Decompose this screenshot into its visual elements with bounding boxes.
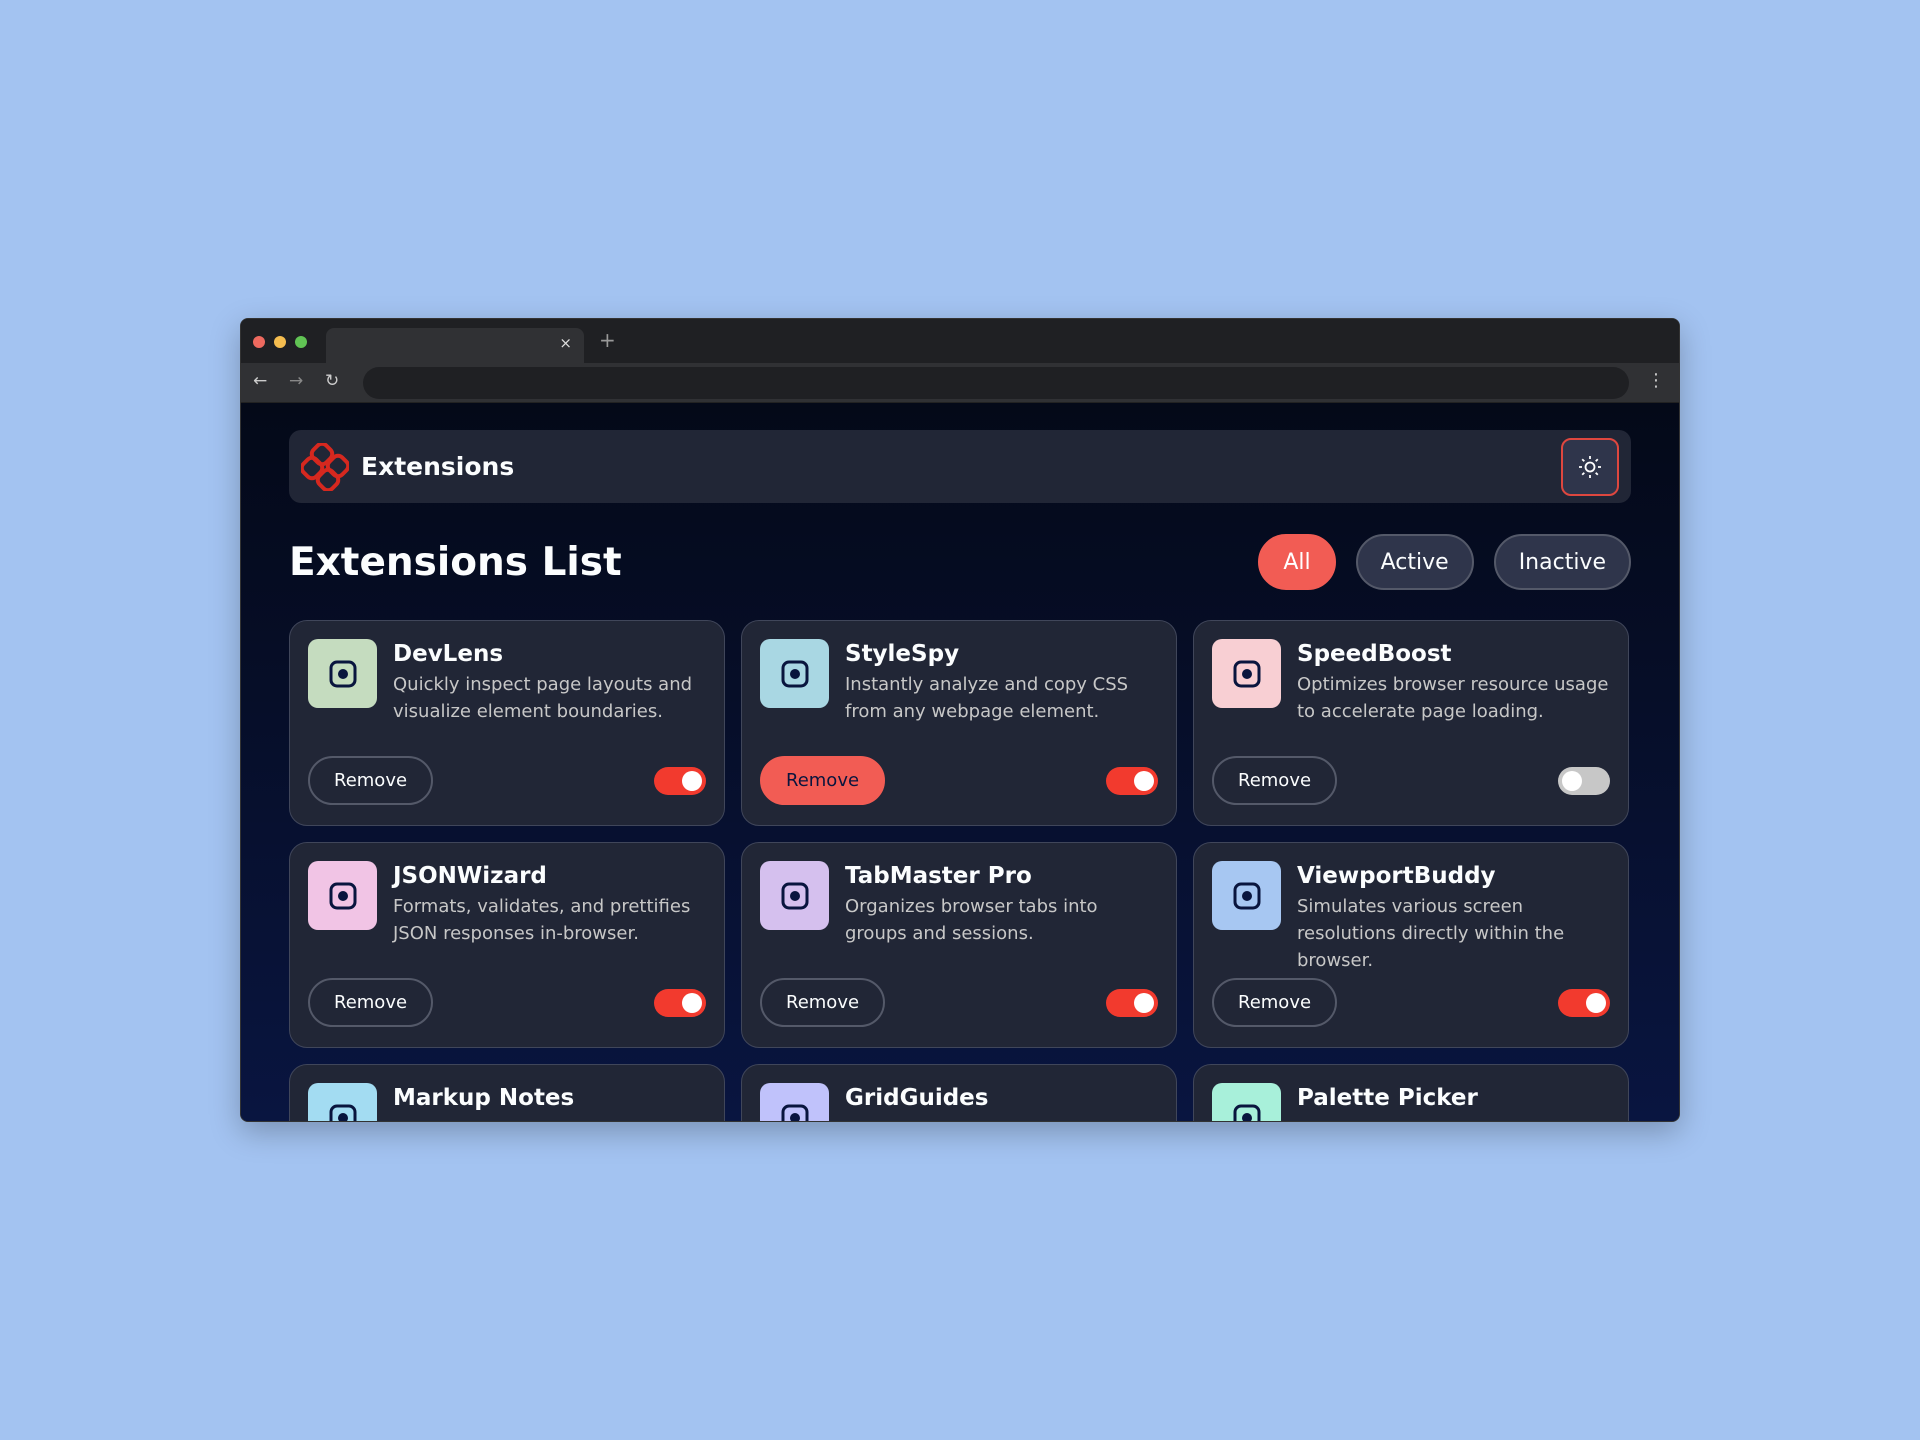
extension-card: SpeedBoost Optimizes browser resource us…: [1193, 620, 1629, 826]
reload-icon[interactable]: ↻: [325, 371, 339, 391]
extension-description: Simulates various screen resolutions dir…: [1297, 896, 1565, 971]
remove-button[interactable]: Remove: [760, 756, 886, 805]
extension-name: ViewportBuddy: [1297, 863, 1496, 889]
jar-icon: [760, 861, 829, 930]
extension-toggle[interactable]: [1558, 766, 1610, 795]
minimize-window-dot[interactable]: [274, 336, 286, 348]
extension-card: Markup Notes Remove: [289, 1064, 725, 1121]
note-icon: [308, 1083, 377, 1121]
extension-description: Instantly analyze and copy CSS from any …: [845, 674, 1129, 722]
extension-card: JSONWizard Formats, validates, and prett…: [289, 842, 725, 1048]
speed-icon: [1212, 639, 1281, 708]
remove-button[interactable]: Remove: [1212, 756, 1338, 805]
filter-inactive[interactable]: Inactive: [1493, 534, 1631, 590]
browser-toolbar: ← → ↻ ⋮: [241, 363, 1679, 403]
back-icon[interactable]: ←: [253, 371, 267, 391]
filter-active[interactable]: Active: [1355, 534, 1474, 590]
theme-toggle-button[interactable]: [1561, 437, 1619, 496]
brackets-icon: [760, 639, 829, 708]
extension-name: TabMaster Pro: [845, 863, 1032, 889]
filter-all[interactable]: All: [1258, 534, 1336, 590]
extension-card: DevLens Quickly inspect page layouts and…: [289, 620, 725, 826]
extension-name: JSONWizard: [393, 863, 547, 889]
remove-button[interactable]: Remove: [760, 978, 886, 1027]
extension-toggle[interactable]: [1106, 988, 1158, 1017]
new-tab-icon[interactable]: +: [599, 328, 616, 352]
extension-description: Formats, validates, and prettifies JSON …: [393, 896, 691, 944]
palette-icon: [1212, 1083, 1281, 1121]
extension-card: ViewportBuddy Simulates various screen r…: [1193, 842, 1629, 1048]
extension-toggle[interactable]: [654, 988, 706, 1017]
extension-toggle[interactable]: [1558, 988, 1610, 1017]
extension-name: DevLens: [393, 641, 504, 667]
extension-name: GridGuides: [845, 1085, 989, 1111]
tab-close-icon[interactable]: ×: [559, 334, 572, 352]
page-content: Extensions Extensions List All Active In…: [241, 403, 1679, 1121]
page-title: Extensions List: [289, 539, 622, 585]
browser-tab[interactable]: ×: [326, 328, 584, 363]
extension-name: Markup Notes: [393, 1085, 575, 1111]
extension-card: StyleSpy Instantly analyze and copy CSS …: [741, 620, 1177, 826]
extension-card: GridGuides Remove: [741, 1064, 1177, 1121]
browser-search-icon: [308, 639, 377, 708]
grid-icon: [760, 1083, 829, 1121]
maximize-window-dot[interactable]: [295, 336, 307, 348]
tab-bar: × +: [241, 319, 1679, 363]
extension-name: SpeedBoost: [1297, 641, 1452, 667]
close-window-dot[interactable]: [253, 336, 265, 348]
filter-group: All Active Inactive: [1258, 534, 1631, 590]
extension-card: TabMaster Pro Organizes browser tabs int…: [741, 842, 1177, 1048]
extensions-grid: DevLens Quickly inspect page layouts and…: [289, 620, 1631, 1121]
extension-toggle[interactable]: [654, 766, 706, 795]
browser-window: × + ← → ↻ ⋮ Extensions Extensions List A…: [240, 318, 1680, 1122]
brand: Extensions: [301, 442, 515, 491]
wand-icon: [308, 861, 377, 930]
logo-icon: [301, 442, 349, 491]
extension-toggle[interactable]: [1106, 766, 1158, 795]
resize-icon: [1212, 861, 1281, 930]
sun-icon: [1579, 455, 1601, 478]
remove-button[interactable]: Remove: [308, 756, 434, 805]
extension-name: Palette Picker: [1297, 1085, 1478, 1111]
browser-menu-icon[interactable]: ⋮: [1647, 370, 1665, 391]
app-title: Extensions: [361, 452, 515, 481]
forward-icon[interactable]: →: [289, 371, 303, 391]
address-bar[interactable]: [363, 367, 1629, 399]
extension-description: Organizes browser tabs into groups and s…: [845, 896, 1098, 944]
extension-card: Palette Picker Remove: [1193, 1064, 1629, 1121]
extension-description: Optimizes browser resource usage to acce…: [1297, 674, 1609, 722]
app-header: Extensions: [289, 430, 1631, 503]
extension-description: Quickly inspect page layouts and visuali…: [393, 674, 693, 722]
extension-name: StyleSpy: [845, 641, 960, 667]
remove-button[interactable]: Remove: [308, 978, 434, 1027]
remove-button[interactable]: Remove: [1212, 978, 1338, 1027]
